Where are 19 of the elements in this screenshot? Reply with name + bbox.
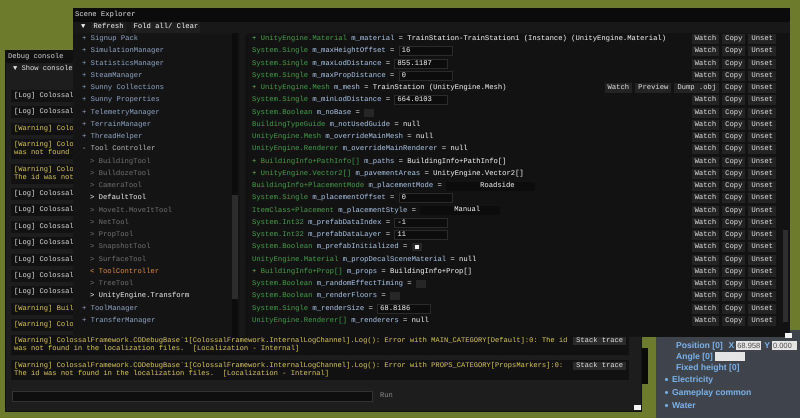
section-link[interactable]: Water — [672, 399, 696, 412]
scrollbar[interactable] — [642, 348, 648, 384]
bullet-icon — [665, 391, 668, 394]
axis-label: X — [728, 340, 734, 351]
bullet-icon — [665, 404, 668, 407]
resize-grip[interactable] — [634, 405, 641, 410]
checkbox[interactable] — [412, 243, 422, 252]
number-field[interactable] — [714, 352, 745, 361]
section-link[interactable]: Gameplay common — [672, 386, 752, 399]
bullet-icon — [665, 378, 668, 381]
command-field[interactable] — [12, 391, 373, 402]
field-label: Angle [0] — [676, 351, 713, 362]
field-label: Fixed height [0] — [676, 362, 740, 373]
scrollbar-thumb[interactable] — [232, 195, 238, 299]
section-link[interactable]: Electricity — [672, 373, 714, 386]
resize-grip[interactable] — [785, 333, 792, 338]
scrollbar-thumb[interactable] — [783, 230, 788, 322]
field-label: Position [0] — [676, 340, 723, 351]
axis-label: Y — [764, 340, 770, 351]
